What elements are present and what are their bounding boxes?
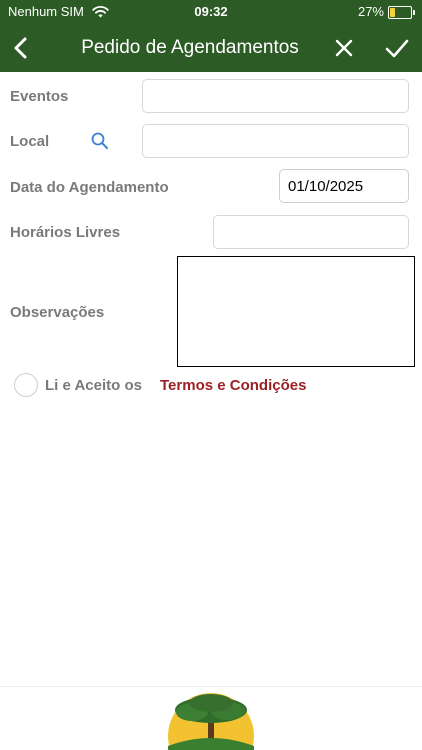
checkmark-icon[interactable] (384, 36, 410, 60)
horarios-livres-label: Horários Livres (10, 224, 121, 241)
terms-radio[interactable] (14, 373, 38, 397)
terms-prefix: Li e Aceito os (45, 377, 142, 394)
close-icon[interactable] (332, 36, 356, 60)
local-input[interactable] (142, 124, 409, 158)
observacoes-label: Observações (10, 304, 105, 321)
observacoes-textarea[interactable] (177, 256, 415, 367)
page-title: Pedido de Agendamentos (81, 37, 299, 58)
search-icon[interactable] (90, 131, 110, 151)
battery-percent: 27% (357, 4, 384, 19)
terms-link[interactable]: Termos e Condições (160, 377, 306, 394)
battery-icon: ⚡ (388, 6, 415, 19)
tree-logo-icon (168, 693, 254, 750)
eventos-input[interactable] (142, 79, 409, 113)
status-bar: Nenhum SIM 09:32 27% ⚡ (0, 0, 422, 24)
battery-tip (413, 10, 415, 15)
data-agendamento-label: Data do Agendamento (10, 179, 169, 196)
charging-bolt-icon: ⚡ (396, 6, 404, 18)
horarios-livres-input[interactable] (213, 215, 409, 249)
eventos-label: Eventos (10, 88, 69, 105)
footer-divider (0, 686, 422, 687)
nav-bar: Pedido de Agendamentos (0, 24, 422, 72)
date-input[interactable] (279, 169, 409, 203)
local-label: Local (10, 133, 50, 150)
